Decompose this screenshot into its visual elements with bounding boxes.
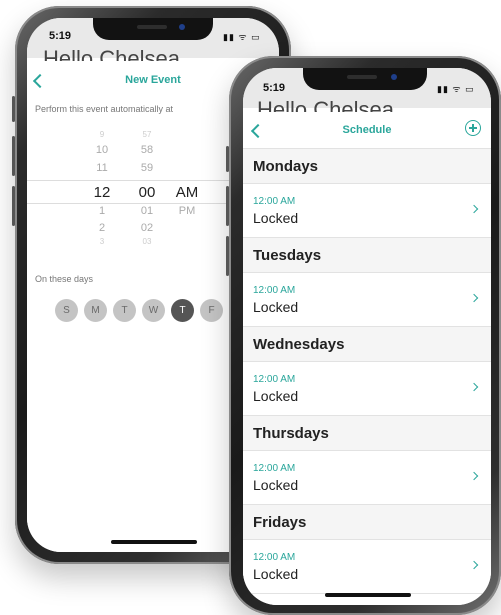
- days-label: On these days: [35, 274, 94, 284]
- chevron-right-icon: [469, 382, 479, 392]
- schedule-event-row[interactable]: 12:00 AM Locked: [243, 273, 491, 327]
- event-time: 12:00 AM: [253, 374, 296, 385]
- schedule-event-row[interactable]: 12:00 AM Locked: [243, 362, 491, 416]
- day-toggle-wednesday[interactable]: W: [142, 299, 165, 322]
- notch: [303, 68, 427, 90]
- notch: [93, 18, 213, 40]
- selected-minute[interactable]: 00: [127, 184, 167, 201]
- home-indicator[interactable]: [111, 540, 197, 544]
- day-header-mondays: Mondays: [243, 149, 491, 184]
- home-indicator[interactable]: [325, 593, 411, 597]
- schedule-header: Schedule: [243, 112, 491, 149]
- event-state: Locked: [253, 566, 299, 582]
- event-state: Locked: [253, 299, 299, 315]
- schedule-event-row[interactable]: 12:00 AM Locked: [243, 184, 491, 238]
- picker-selected-row: 12 00 AM: [27, 180, 247, 204]
- event-time: 12:00 AM: [253, 285, 296, 296]
- add-event-plus-icon[interactable]: [465, 120, 481, 136]
- chevron-right-icon: [469, 204, 479, 214]
- day-toggle-tuesday[interactable]: T: [113, 299, 136, 322]
- day-toggle-thursday[interactable]: T: [171, 299, 194, 322]
- front-phone-screen: 5:19 ▮▮ ᯤ ▭ Hello Chelsea Schedule Monda…: [243, 68, 491, 605]
- picker-row: 1 01 PM: [98, 205, 196, 217]
- event-time: 12:00 AM: [253, 463, 296, 474]
- front-phone-frame: 5:19 ▮▮ ᯤ ▭ Hello Chelsea Schedule Monda…: [226, 56, 501, 615]
- picker-row: 9 57: [99, 130, 152, 139]
- day-header-wednesdays: Wednesdays: [243, 327, 491, 362]
- day-toggle-friday[interactable]: F: [200, 299, 223, 322]
- schedule-event-row[interactable]: 12:00 AM Locked: [243, 540, 491, 594]
- selected-hour[interactable]: 12: [82, 184, 122, 201]
- day-toggle-sunday[interactable]: S: [55, 299, 78, 322]
- schedule-event-row[interactable]: 12:00 AM Locked: [243, 451, 491, 505]
- day-header-fridays: Fridays: [243, 505, 491, 540]
- day-header-tuesdays: Tuesdays: [243, 238, 491, 273]
- chevron-right-icon: [469, 293, 479, 303]
- page-title: Schedule: [342, 124, 392, 136]
- chevron-right-icon: [469, 471, 479, 481]
- event-state: Locked: [253, 477, 299, 493]
- day-toggle-monday[interactable]: M: [84, 299, 107, 322]
- event-state: Locked: [253, 210, 299, 226]
- greeting: Hello Chelsea: [257, 98, 394, 112]
- event-state: Locked: [253, 388, 299, 404]
- event-time: 12:00 AM: [253, 196, 296, 207]
- chevron-right-icon: [469, 560, 479, 570]
- picker-row: 11 59: [96, 162, 154, 174]
- signal-wifi-battery-icon: ▮▮ ᯤ ▭: [437, 84, 475, 94]
- day-header-thursdays: Thursdays: [243, 416, 491, 451]
- schedule-sheet: Schedule Mondays 12:00 AM Locked Tuesday…: [243, 112, 491, 605]
- signal-wifi-battery-icon: ▮▮ ᯤ ▭: [223, 32, 261, 42]
- greeting: Hello Chelsea: [43, 47, 180, 61]
- status-time: 5:19: [263, 82, 286, 94]
- selected-period[interactable]: AM: [167, 184, 207, 201]
- picker-row: 2 02: [98, 222, 154, 234]
- picker-row: 3 03: [99, 237, 152, 246]
- picker-row: 10 58: [95, 144, 154, 156]
- event-time: 12:00 AM: [253, 552, 296, 563]
- status-time: 5:19: [49, 30, 72, 42]
